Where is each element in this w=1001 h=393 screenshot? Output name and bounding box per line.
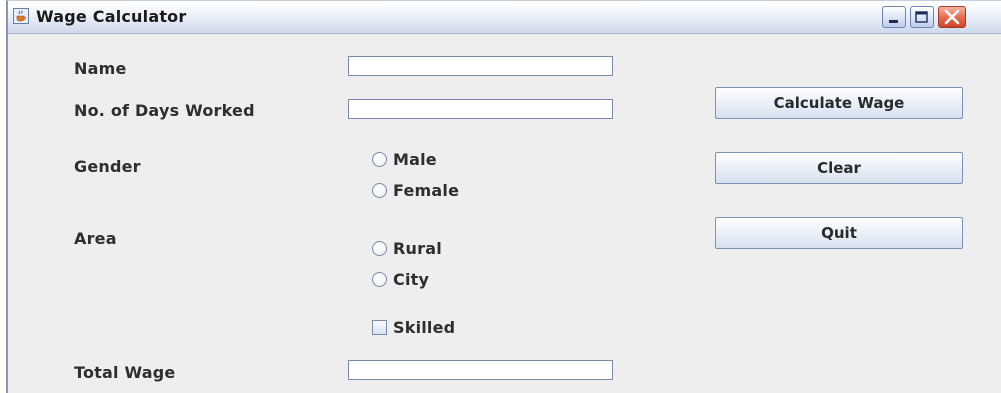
total-wage-field[interactable] <box>348 360 613 380</box>
area-radio-rural[interactable]: Rural <box>372 237 442 259</box>
close-icon <box>944 9 960 25</box>
close-button[interactable] <box>938 6 966 28</box>
gender-option-label: Male <box>393 149 437 169</box>
clear-button[interactable]: Clear <box>715 152 963 184</box>
radio-button-icon[interactable] <box>372 151 387 167</box>
quit-button[interactable]: Quit <box>715 217 963 249</box>
radio-button-icon[interactable] <box>372 182 387 198</box>
days-worked-label: No. of Days Worked <box>74 101 255 120</box>
calculate-wage-button[interactable]: Calculate Wage <box>715 87 963 119</box>
skilled-checkbox[interactable]: Skilled <box>372 316 455 338</box>
gender-radio-female[interactable]: Female <box>372 179 459 201</box>
wage-calculator-window: Wage Calculator Name No. of Days Worked … <box>6 0 1001 393</box>
area-option-label: City <box>393 269 430 289</box>
gender-radio-male[interactable]: Male <box>372 148 437 170</box>
maximize-icon <box>915 11 928 23</box>
radio-button-icon[interactable] <box>372 271 387 287</box>
minimize-icon <box>889 20 898 23</box>
name-field[interactable] <box>348 56 613 76</box>
name-label: Name <box>74 59 127 78</box>
maximize-button[interactable] <box>910 6 934 28</box>
area-label: Area <box>74 229 117 248</box>
skilled-label: Skilled <box>393 317 456 337</box>
radio-button-icon[interactable] <box>372 240 387 256</box>
java-cup-icon <box>13 8 29 24</box>
area-radio-city[interactable]: City <box>372 268 429 290</box>
checkbox-icon[interactable] <box>372 319 387 335</box>
area-option-label: Rural <box>393 238 442 258</box>
days-worked-field[interactable] <box>348 99 613 119</box>
window-title: Wage Calculator <box>36 7 187 26</box>
total-wage-label: Total Wage <box>74 363 176 382</box>
title-bar[interactable]: Wage Calculator <box>8 1 1001 34</box>
gender-label: Gender <box>74 157 141 176</box>
minimize-button[interactable] <box>882 6 906 28</box>
gender-option-label: Female <box>393 180 460 200</box>
